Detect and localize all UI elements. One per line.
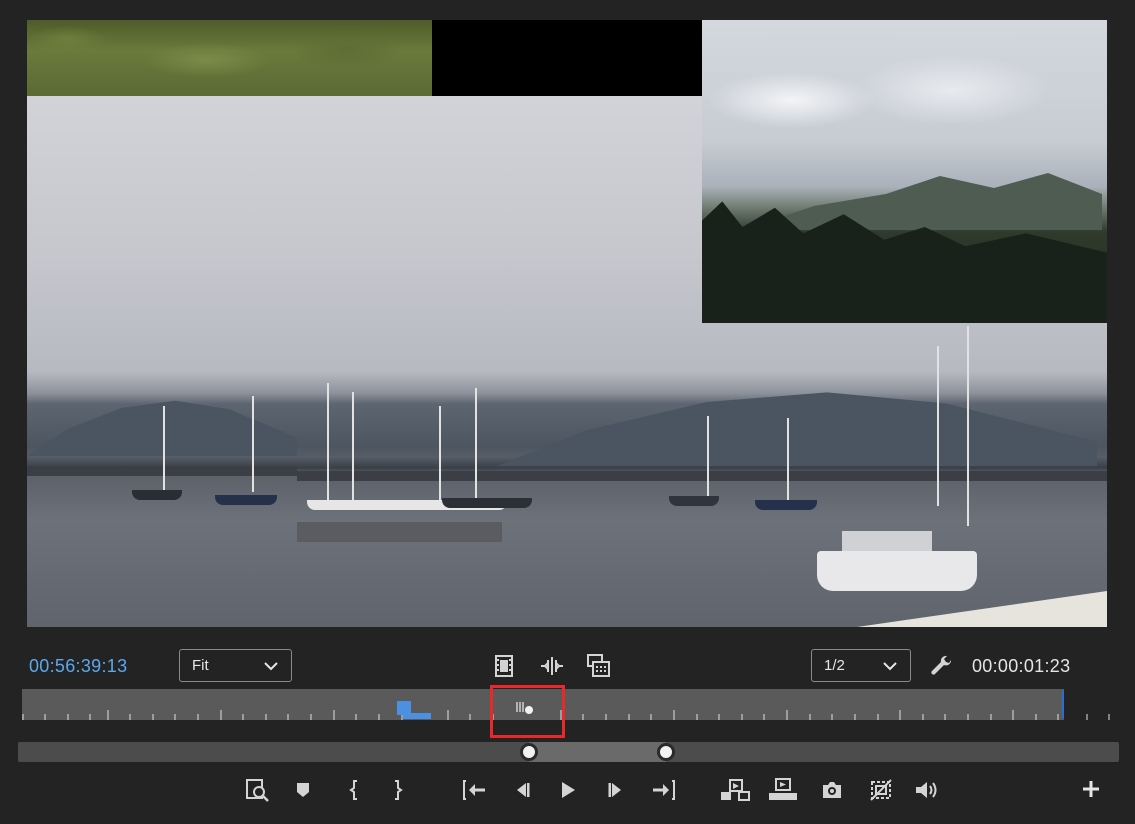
current-timecode[interactable]: 00:56:39:13 — [29, 656, 127, 677]
play-icon — [562, 782, 575, 798]
chevron-down-icon — [883, 662, 897, 671]
multicam-icon — [587, 654, 610, 677]
insert-button[interactable] — [719, 777, 751, 803]
play-button[interactable] — [557, 779, 579, 801]
sequence-end-marker — [1062, 690, 1064, 718]
button-editor-button[interactable] — [1080, 778, 1102, 800]
playback-resolution-value: 1/2 — [824, 657, 845, 674]
step-forward-icon — [608, 783, 621, 797]
highlight-annotation-box — [490, 685, 565, 738]
transport-controls — [0, 770, 1135, 808]
step-back-button[interactable] — [511, 779, 533, 801]
boat-mast — [163, 406, 165, 494]
step-back-icon — [517, 783, 530, 797]
boat-mast — [439, 406, 441, 502]
overwrite-button[interactable] — [767, 777, 799, 803]
export-frame-button[interactable] — [820, 778, 844, 802]
distant-hills — [742, 173, 1102, 230]
boat-hull — [215, 495, 277, 505]
hillside-clip-layer — [27, 20, 432, 96]
motorboat — [817, 551, 977, 591]
zoom-level-value: Fit — [192, 657, 209, 674]
audio-waveform-icon — [541, 657, 563, 675]
zoom-handle-right[interactable] — [657, 743, 675, 761]
landscape-clip-layer — [702, 20, 1107, 323]
floating-dock — [297, 522, 502, 542]
time-ruler-ticks — [22, 710, 1110, 720]
empty-frame-area — [432, 20, 702, 96]
multicam-toggle-button[interactable] — [587, 654, 611, 678]
film-strip-icon — [495, 655, 513, 677]
export-frame-preview-button[interactable] — [244, 777, 270, 803]
magnify-frame-icon — [246, 779, 269, 802]
add-marker-button[interactable] — [294, 780, 312, 800]
wrench-icon — [931, 655, 952, 675]
mountain-shape — [27, 400, 297, 456]
mute-audio-button[interactable] — [914, 778, 940, 802]
mark-out-icon — [395, 780, 403, 800]
safe-margins-button[interactable] — [868, 777, 894, 803]
boat-hull — [669, 496, 719, 506]
speaker-icon — [916, 782, 937, 798]
mark-in-button[interactable] — [345, 779, 363, 801]
mountain-shape — [497, 392, 1097, 466]
boat-hull — [132, 490, 182, 500]
drag-video-only-button[interactable] — [493, 654, 515, 678]
boat-mast — [475, 388, 477, 504]
zoom-handle-left[interactable] — [520, 743, 538, 761]
boat-mast — [327, 383, 329, 503]
zoom-level-dropdown[interactable]: Fit — [179, 649, 292, 682]
pier-shape — [297, 471, 1107, 481]
boat-mast — [707, 416, 709, 502]
go-to-in-button[interactable] — [461, 779, 487, 801]
settings-button[interactable] — [930, 654, 954, 678]
plus-icon — [1083, 781, 1099, 797]
boat-mast — [252, 396, 254, 492]
camera-icon — [823, 782, 841, 798]
overwrite-icon — [769, 778, 797, 800]
drag-audio-only-button[interactable] — [540, 655, 564, 677]
marker-icon — [297, 783, 309, 797]
boat-mast — [787, 418, 789, 502]
boat-hull — [755, 500, 817, 510]
safe-margins-icon — [870, 779, 892, 801]
boat-mast — [967, 326, 969, 526]
go-to-out-icon — [653, 780, 675, 800]
boat-cover — [857, 591, 1107, 627]
boat-mast — [352, 392, 354, 504]
duration-timecode: 00:00:01:23 — [972, 656, 1071, 676]
boat-hull — [442, 498, 532, 508]
program-monitor-viewer[interactable] — [27, 20, 1107, 627]
boat-mast — [937, 346, 939, 506]
mark-in-icon — [349, 780, 357, 800]
mark-out-button[interactable] — [389, 779, 407, 801]
harbor-clip-layer-left — [27, 96, 297, 627]
insert-icon — [721, 779, 750, 801]
step-forward-button[interactable] — [605, 779, 627, 801]
zoom-scroll-range[interactable] — [529, 742, 666, 762]
in-out-range-marker[interactable] — [397, 701, 433, 721]
playback-resolution-dropdown[interactable]: 1/2 — [811, 649, 911, 682]
pier-shape — [27, 466, 297, 476]
go-to-in-icon — [463, 780, 485, 800]
chevron-down-icon — [264, 662, 278, 671]
go-to-out-button[interactable] — [651, 779, 677, 801]
